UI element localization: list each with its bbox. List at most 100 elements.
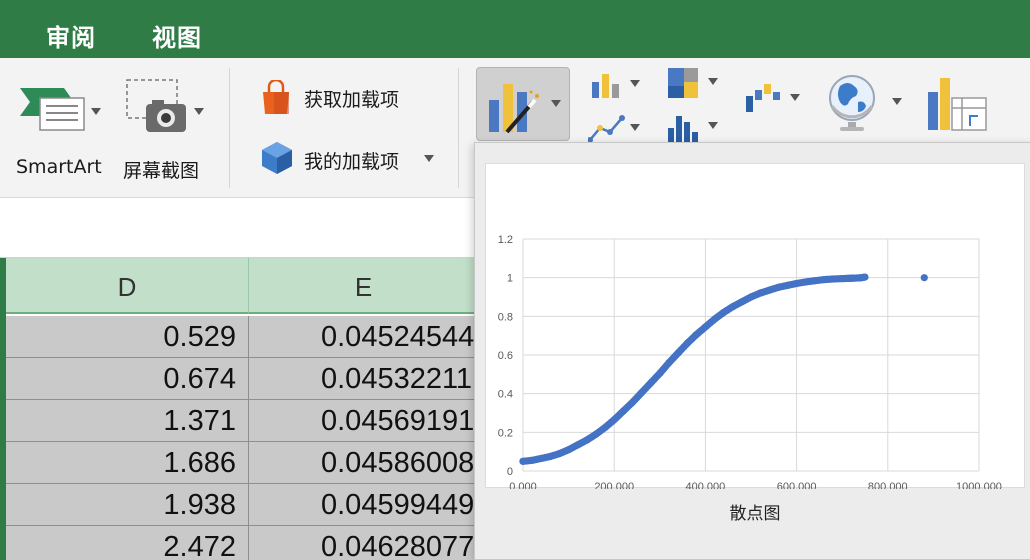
get-addins-button[interactable]: 获取加载项 [258, 78, 428, 118]
scatter-point [574, 441, 582, 449]
treemap-icon [668, 68, 698, 98]
y-tick-label: 1.2 [498, 234, 513, 246]
x-tick-label: 800.000 [868, 481, 908, 489]
my-addins-button[interactable]: 我的加载项 [258, 138, 448, 178]
x-tick-label: 400.000 [686, 481, 726, 489]
smartart-icon [20, 88, 85, 131]
screenshot-label: 屏幕截图 [123, 160, 200, 182]
cell-d[interactable]: 1.686 [6, 442, 249, 484]
get-addins-label: 获取加载项 [304, 89, 400, 111]
chevron-down-icon [892, 98, 902, 105]
scatter-point [546, 452, 554, 461]
scatter-point [665, 359, 673, 367]
cell-e[interactable]: 0.04532211 [249, 358, 479, 400]
scatter-point [565, 446, 573, 454]
cell-e[interactable]: 0.04586008 [249, 442, 479, 484]
scatter-point [592, 430, 600, 438]
y-tick-label: 0 [507, 466, 513, 478]
scatter-point [674, 349, 682, 357]
histogram-icon [668, 116, 698, 142]
scatter-point [619, 407, 627, 415]
scatter-point [637, 389, 646, 397]
scatter-point [747, 293, 755, 301]
screenshot-button[interactable]: 屏幕截图 [118, 68, 218, 182]
cell-e[interactable]: 0.04524544 [249, 316, 479, 358]
ribbon-divider [229, 68, 230, 188]
scatter-point [829, 275, 837, 283]
scatter-point [811, 277, 819, 285]
scatter-point [793, 279, 801, 288]
hierarchy-chart-button[interactable] [664, 64, 724, 104]
y-tick-label: 0.2 [498, 427, 513, 439]
smartart-label: SmartArt [16, 156, 102, 178]
ribbon-divider [458, 68, 459, 188]
chevron-down-icon [424, 155, 434, 162]
scatter-point [861, 273, 869, 281]
addin-hexagon-icon [262, 142, 292, 174]
chevron-down-icon [708, 78, 718, 85]
scatter-point [920, 274, 928, 282]
chevron-down-icon [194, 108, 204, 115]
scatter-point [601, 423, 609, 432]
scatter-point [528, 456, 536, 464]
tab-review[interactable]: 审阅 [46, 18, 96, 53]
map-chart-button[interactable] [824, 72, 908, 136]
recommended-charts-icon [489, 84, 539, 134]
line-chart-icon [588, 115, 625, 143]
scatter-point [692, 331, 700, 339]
scatter-point [555, 450, 564, 458]
cell-d[interactable]: 0.674 [6, 358, 249, 400]
y-tick-label: 0.6 [498, 350, 513, 362]
cell-d[interactable]: 2.472 [6, 526, 249, 560]
y-tick-label: 1 [507, 273, 513, 285]
chevron-down-icon [91, 108, 101, 115]
scatter-point [683, 339, 691, 347]
scatter-point [738, 298, 746, 306]
chevron-down-icon [708, 122, 718, 129]
waterfall-icon [746, 84, 780, 112]
scatter-point [583, 436, 591, 444]
scatter-point [802, 278, 810, 286]
pivot-chart-icon [928, 78, 987, 131]
cell-e[interactable]: 0.04569191 [249, 400, 479, 442]
tab-view[interactable]: 视图 [152, 18, 202, 53]
statistic-chart-button[interactable] [664, 110, 724, 146]
column-chart-button[interactable] [588, 66, 644, 106]
scatter-point [756, 289, 764, 297]
chevron-down-icon [630, 80, 640, 87]
smartart-button[interactable]: SmartArt [10, 68, 110, 178]
scatter-point [647, 379, 655, 387]
chart-type-caption: 散点图 [729, 504, 781, 524]
waterfall-chart-button[interactable] [742, 80, 804, 120]
column-header-e[interactable]: E [249, 258, 479, 314]
cell-e[interactable]: 0.04628077 [249, 526, 479, 560]
chevron-down-icon [630, 124, 640, 131]
pivot-chart-button[interactable] [922, 72, 992, 136]
cell-d[interactable]: 0.529 [6, 316, 249, 358]
scatter-chart-preview[interactable]: 0 0.2 0.4 0.6 0.8 1 1.2 0.000 200.000 400.000 600.… [485, 163, 1025, 493]
cell-d[interactable]: 1.371 [6, 400, 249, 442]
chevron-down-icon [790, 94, 800, 101]
scatter-point [537, 454, 545, 463]
scatter-point [656, 369, 664, 377]
column-header-d[interactable]: D [6, 258, 249, 314]
scatter-point [628, 398, 637, 406]
y-tick-label: 0.8 [498, 311, 513, 323]
scatter-chart: 0 0.2 0.4 0.6 0.8 1 1.2 0.000 200.000 400.000 600.… [498, 234, 1002, 493]
x-tick-label: 0.000 [509, 481, 537, 489]
x-tick-label: 1000.000 [956, 481, 1002, 489]
scatter-point [820, 276, 828, 284]
store-bag-icon [263, 80, 289, 114]
scatter-point [765, 286, 773, 294]
chevron-down-icon [551, 100, 561, 107]
cell-d[interactable]: 1.938 [6, 484, 249, 526]
column-chart-icon [592, 74, 619, 98]
cell-e[interactable]: 0.04599449 [249, 484, 479, 526]
scatter-point [710, 315, 719, 323]
camera-icon [126, 79, 186, 132]
ribbon-tab-bar: 审阅 视图 [0, 0, 1030, 58]
recommended-charts-button[interactable] [476, 67, 570, 141]
scatter-point [720, 308, 728, 317]
scatter-point [610, 416, 618, 424]
scatter-point [774, 283, 782, 291]
